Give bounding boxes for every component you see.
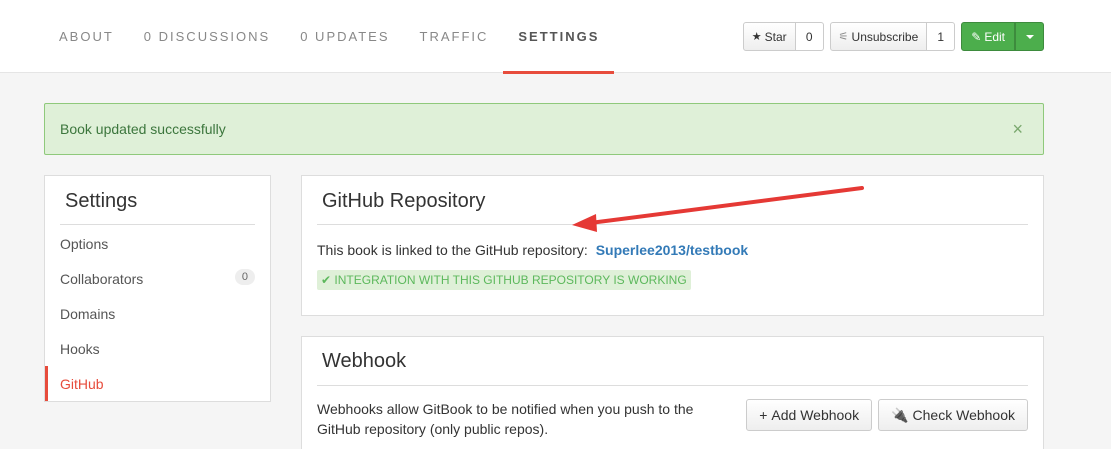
toolbar: ★ Star 0 ⚟ Unsubscribe 1 ✎ Edit (742, 22, 1044, 51)
collaborators-count-badge: 0 (234, 269, 255, 285)
edit-button[interactable]: ✎ Edit (961, 22, 1015, 51)
add-webhook-label: Add Webhook (771, 407, 860, 423)
check-icon: ✔ (321, 273, 332, 287)
settings-sidebar: Settings Options Collaborators 0 Domains… (44, 175, 271, 402)
sidebar-item-label: Collaborators (60, 270, 144, 287)
edit-label: Edit (984, 29, 1005, 44)
sidebar-item-github[interactable]: GitHub (45, 366, 270, 401)
divider (317, 385, 1028, 386)
unsubscribe-count[interactable]: 1 (927, 22, 956, 51)
unsubscribe-group: ⚟ Unsubscribe 1 (829, 22, 956, 51)
sidebar-item-label: Hooks (60, 340, 100, 357)
unsubscribe-label: Unsubscribe (851, 29, 919, 44)
plus-icon: + (759, 407, 768, 423)
nav-tabs: ABOUT 0 DISCUSSIONS 0 UPDATES TRAFFIC SE… (44, 0, 615, 74)
sidebar-title: Settings (65, 190, 138, 212)
check-webhook-button[interactable]: 🔌 Check Webhook (878, 399, 1028, 431)
webhook-panel: Webhook Webhooks allow GitBook to be not… (301, 336, 1044, 449)
webhook-description: Webhooks allow GitBook to be notified wh… (317, 401, 694, 437)
check-webhook-label: Check Webhook (912, 407, 1015, 423)
star-icon: ★ (751, 31, 762, 43)
alert-message: Book updated successfully (60, 121, 226, 137)
tab-traffic[interactable]: TRAFFIC (405, 0, 504, 73)
sidebar-item-label: Domains (60, 305, 116, 322)
star-group: ★ Star 0 (742, 22, 824, 51)
github-repository-panel: GitHub Repository This book is linked to… (301, 175, 1044, 316)
unsubscribe-button[interactable]: ⚟ Unsubscribe (829, 22, 928, 51)
edit-dropdown-button[interactable] (1015, 22, 1044, 51)
tab-about[interactable]: ABOUT (44, 0, 129, 73)
integration-status-badge: ✔ INTEGRATION WITH THIS GITHUB REPOSITOR… (317, 270, 691, 290)
success-alert: Book updated successfully × (44, 103, 1044, 155)
chevron-down-icon (1025, 34, 1034, 39)
star-count[interactable]: 0 (795, 22, 824, 51)
star-label: Star (764, 29, 787, 44)
divider (60, 224, 255, 225)
panel-title: GitHub Repository (322, 190, 486, 212)
github-link-description: This book is linked to the GitHub reposi… (317, 242, 588, 258)
sidebar-item-hooks[interactable]: Hooks (45, 331, 270, 366)
sidebar-item-label: GitHub (60, 375, 104, 392)
top-bar: ABOUT 0 DISCUSSIONS 0 UPDATES TRAFFIC SE… (0, 0, 1111, 74)
github-link-text: This book is linked to the GitHub reposi… (317, 242, 748, 258)
sidebar-item-domains[interactable]: Domains (45, 296, 270, 331)
close-icon[interactable]: × (1012, 119, 1023, 140)
sidebar-item-label: Options (60, 235, 109, 252)
plug-icon: 🔌 (891, 406, 909, 423)
add-webhook-button[interactable]: + Add Webhook (746, 399, 873, 431)
rss-icon: ⚟ (838, 31, 849, 43)
webhook-actions: + Add Webhook 🔌 Check Webhook (746, 399, 1028, 431)
tab-discussions[interactable]: 0 DISCUSSIONS (129, 0, 285, 73)
tab-settings[interactable]: SETTINGS (503, 0, 615, 74)
status-text: INTEGRATION WITH THIS GITHUB REPOSITORY … (334, 273, 687, 287)
tab-updates[interactable]: 0 UPDATES (285, 0, 404, 73)
sidebar-item-options[interactable]: Options (45, 226, 270, 261)
edit-group: ✎ Edit (961, 22, 1044, 51)
star-button[interactable]: ★ Star (742, 22, 796, 51)
sidebar-item-collaborators[interactable]: Collaborators 0 (45, 261, 270, 296)
panel-title: Webhook (322, 350, 407, 372)
repository-link[interactable]: Superlee2013/testbook (596, 242, 749, 258)
pencil-icon: ✎ (971, 29, 982, 44)
divider (317, 224, 1028, 225)
